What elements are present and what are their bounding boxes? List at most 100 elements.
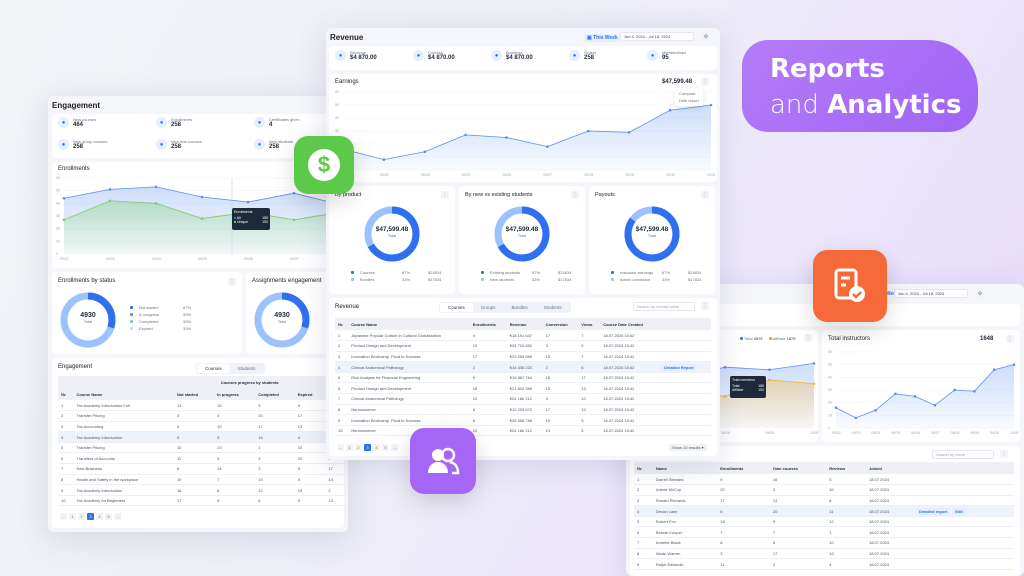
course-search-input[interactable]: Search by course name	[633, 302, 695, 311]
detailed-report-button[interactable]: Detailed Report	[661, 363, 697, 371]
page-button[interactable]: 5	[382, 444, 389, 451]
column-header[interactable]: Not started	[173, 388, 215, 400]
table-row[interactable]: 1 Darrell Steward 9 16 5 18.07.2024	[634, 474, 1014, 486]
table-row[interactable]: 10 Tax Academy for Beginners 17 9 6 9 13	[58, 495, 348, 507]
table-row[interactable]: 3Tax Accounting61917135	[58, 421, 348, 433]
page-button[interactable]: 4	[373, 444, 380, 451]
column-header[interactable]: Course Date Created	[600, 318, 659, 330]
data-point[interactable]	[992, 368, 996, 372]
data-point[interactable]	[62, 218, 66, 222]
table-row[interactable]: 9 Ralph Edwards 11 2 4 18.07.2024	[634, 558, 1014, 570]
data-point[interactable]	[874, 408, 877, 412]
table-row[interactable]: 7 Clinical Anatomical Pathology 10 €24 186 …	[335, 393, 711, 405]
tab-courses[interactable]: Courses	[197, 364, 230, 373]
prev-page-button[interactable]: ←	[337, 444, 344, 451]
data-point[interactable]	[709, 103, 713, 107]
data-point[interactable]	[587, 129, 590, 133]
data-point[interactable]	[812, 362, 816, 365]
data-point[interactable]	[62, 196, 66, 200]
page-button[interactable]: 1	[69, 513, 76, 520]
next-page-button[interactable]: →	[391, 444, 398, 451]
data-point[interactable]	[154, 202, 158, 205]
data-point[interactable]	[423, 150, 427, 154]
column-header[interactable]: Reviews	[826, 462, 866, 474]
table-row[interactable]: 6Transfers of Accounts1153209	[58, 452, 348, 465]
page-button[interactable]: 3	[87, 513, 94, 520]
column-header[interactable]: №	[335, 318, 349, 330]
data-point[interactable]	[1012, 363, 1016, 366]
detailed-report-button[interactable]: Detailed report	[916, 507, 951, 515]
table-row[interactable]: 4Tax Academy Introduction9316415	[58, 431, 348, 443]
tab-students[interactable]: Students	[536, 303, 570, 312]
column-header[interactable]	[913, 462, 1014, 474]
table-row[interactable]: 7 Annette Black 8 6 10 18.07.2024	[634, 537, 1014, 549]
tab-bundles[interactable]: Bundles	[504, 303, 536, 312]
page-button[interactable]: 2	[78, 513, 85, 520]
data-point[interactable]	[723, 395, 727, 398]
table-row[interactable]: 5 Robert Fox 18 9 12 18.07.2024	[634, 516, 1014, 528]
data-point[interactable]	[933, 403, 937, 407]
table-row[interactable]: 1Tax Academy Introduction Full13159911	[58, 400, 348, 412]
period-button[interactable]: ▣ This Week	[584, 34, 621, 42]
data-point[interactable]	[834, 406, 838, 410]
data-point[interactable]	[723, 365, 727, 369]
table-row[interactable]: 6 Bessie Cooper 7 7 1 18.07.2024	[634, 526, 1014, 539]
settings-button[interactable]: ⚙	[702, 33, 710, 41]
table-row[interactable]: 5 Risk Analysis for Financial Engineering…	[335, 372, 711, 384]
instructors-table-menu[interactable]: ⋮	[1000, 450, 1008, 458]
data-point[interactable]	[854, 416, 858, 420]
tab-courses[interactable]: Courses	[440, 303, 473, 312]
column-header[interactable]: Completed	[255, 388, 295, 400]
instructors-settings-button[interactable]: ⚙	[976, 290, 984, 298]
prev-page-button[interactable]: ←	[60, 513, 67, 520]
data-point[interactable]	[292, 218, 296, 222]
data-point[interactable]	[200, 217, 204, 220]
data-point[interactable]	[627, 131, 631, 134]
column-header[interactable]: Revenue	[506, 318, 543, 330]
page-button[interactable]: 2	[355, 444, 362, 451]
table-row[interactable]: 8 Wade Warren 3 17 19 18.07.2024	[634, 548, 1014, 560]
data-point[interactable]	[464, 133, 467, 137]
data-point[interactable]	[768, 378, 771, 382]
table-row[interactable]: 7 New Business 8 14 3 8 17	[58, 463, 348, 475]
status-menu-button[interactable]: ⋮	[228, 278, 236, 286]
menu-item-compare[interactable]: Compare	[679, 90, 699, 97]
table-row[interactable]: 10 Neuroscience 10 €24 186 212 13 5 18.07.2024…	[335, 425, 711, 437]
next-page-button[interactable]: →	[114, 513, 121, 520]
data-point[interactable]	[505, 136, 508, 139]
column-header[interactable]: Enrollments	[717, 462, 770, 474]
column-header[interactable]: №	[634, 462, 653, 474]
donut-menu-button[interactable]: ⋮	[701, 191, 709, 199]
data-point[interactable]	[200, 195, 204, 199]
column-header[interactable]: Enrollments	[469, 318, 507, 330]
page-button[interactable]: 4	[96, 513, 103, 520]
data-point[interactable]	[154, 185, 158, 189]
table-row[interactable]: 2 Product Design and Development 13 €34 710…	[335, 340, 711, 352]
page-button[interactable]: 1	[346, 444, 353, 451]
data-point[interactable]	[973, 389, 976, 393]
column-header[interactable]: Course Name	[73, 388, 174, 400]
instructors-date-range[interactable]: Jun 4, 2024 - Jul 18, 2024	[894, 289, 968, 298]
donut-menu-button[interactable]: ⋮	[571, 191, 579, 199]
data-point[interactable]	[292, 191, 296, 195]
column-header[interactable]: Conversion	[542, 318, 579, 330]
column-header[interactable]: Joined	[865, 462, 914, 474]
data-point[interactable]	[668, 108, 672, 112]
menu-item-hide-report[interactable]: Hide report	[679, 97, 699, 104]
edit-button[interactable]: Edit	[952, 507, 966, 515]
tab-students[interactable]: Students	[230, 364, 264, 373]
table-row[interactable]: 3 Innovation Bootcamp: Pivot to Success 17…	[335, 351, 711, 363]
table-row[interactable]: 4 Clinical Anatomical Pathology 2 €14 436 2…	[335, 361, 711, 373]
column-header[interactable]: №	[58, 388, 74, 400]
column-header[interactable]: Course Name	[348, 318, 470, 330]
donut-menu-button[interactable]: ⋮	[441, 191, 449, 199]
table-row[interactable]: 1 Japanese Popular Culture in Cultural Gl…	[335, 330, 711, 342]
data-point[interactable]	[913, 395, 917, 398]
table-row[interactable]: 2Transfer Pricing34201712	[58, 410, 348, 422]
table-row[interactable]: 8 Neuroscience 8 €12 223 672 17 19 18.07.2024 …	[335, 404, 711, 416]
column-header[interactable]: Views	[578, 318, 601, 330]
table-row[interactable]: 9 Innovation Bootcamp: Pivot to Success 6 €…	[335, 414, 711, 426]
date-range-picker[interactable]: Jun 4, 2024 - Jul 18, 2024	[620, 32, 694, 41]
data-point[interactable]	[894, 392, 897, 396]
column-header[interactable]	[658, 318, 711, 330]
